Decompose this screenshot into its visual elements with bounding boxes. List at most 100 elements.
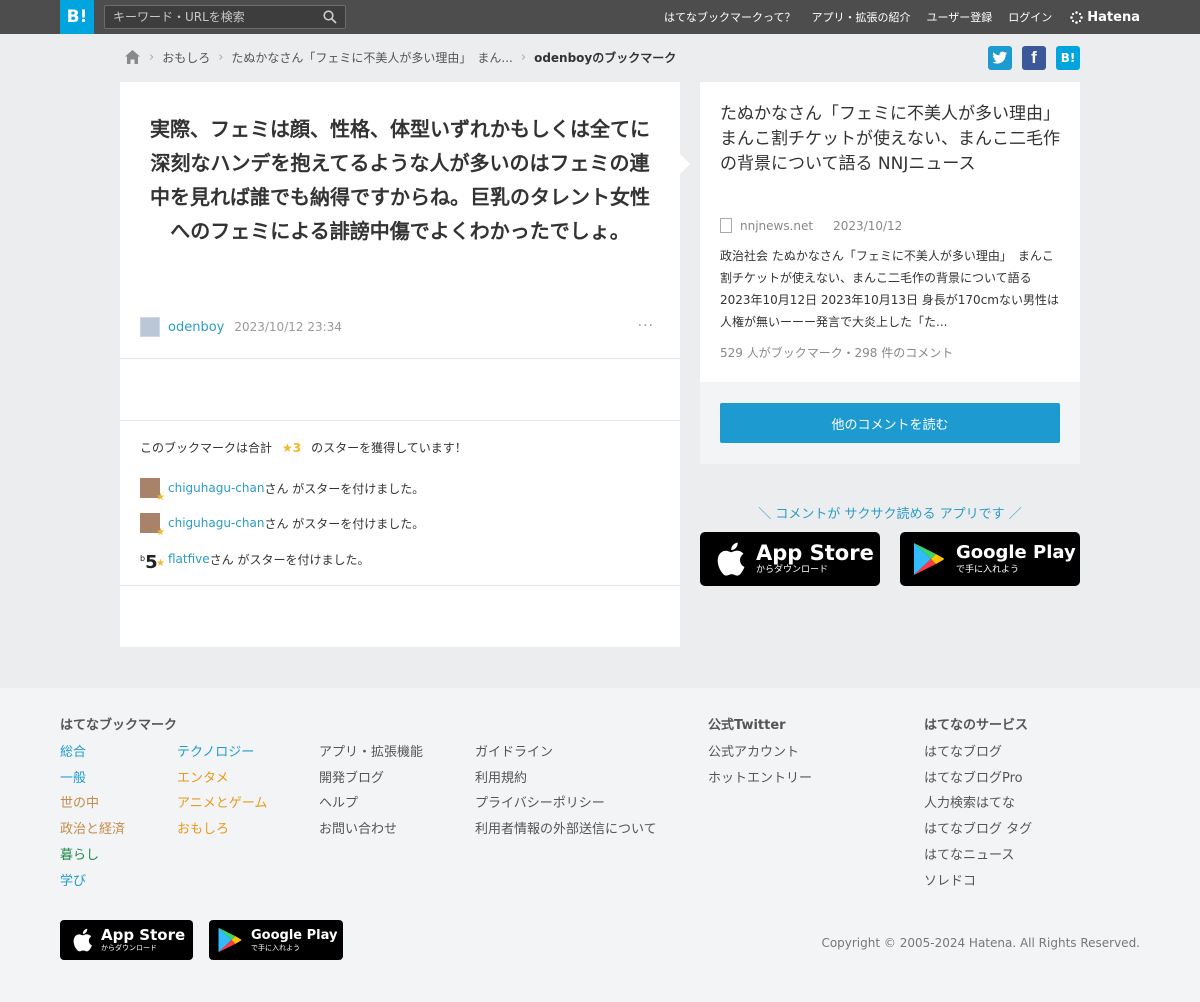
footer-link[interactable]: おもしろ <box>177 817 267 843</box>
footer-link[interactable]: 利用規約 <box>475 766 657 792</box>
app-store-sublabel: からダウンロード <box>756 565 829 575</box>
footer-google-play-badge[interactable]: Google Play で手に入れよう <box>209 920 343 960</box>
footer-category-list: 総合 一般 世の中 政治と経済 暮らし 学び <box>60 740 125 894</box>
footer-services-list: はてなブログ はてなブログPro 人力検索はてな はてなブログ タグ はてなニュース ソレ… <box>924 740 1032 894</box>
footer-link[interactable]: はてなブログ <box>924 740 1032 766</box>
footer-link[interactable]: はてなブログ タグ <box>924 817 1032 843</box>
footer-bookmark-heading: はてなブックマーク <box>60 718 178 733</box>
footer-link[interactable]: テクノロジー <box>177 740 267 766</box>
document-icon <box>720 218 732 233</box>
star-summary: このブックマークは合計 ★3 のスターを獲得しています！ <box>140 439 467 456</box>
entry-domain[interactable]: nnjnews.net <box>740 219 813 233</box>
footer-twitter-list: 公式アカウント ホットエントリー <box>708 740 812 791</box>
apple-icon <box>717 542 745 576</box>
divider <box>120 358 680 359</box>
footer-google-play-label: Google Play <box>251 927 338 943</box>
star-icon: ★ <box>156 527 165 538</box>
breadcrumb-entry[interactable]: たぬかなさん「フェミに不美人が多い理由」 まん... <box>231 49 512 66</box>
footer-link[interactable]: 学び <box>60 869 125 895</box>
footer-link[interactable]: 公式アカウント <box>708 740 812 766</box>
bookmark-card: 実際、フェミは顔、性格、体型いずれかもしくは全てに深刻なハンデを抱えてるような人… <box>120 82 690 647</box>
footer-link[interactable]: 暮らし <box>60 843 125 869</box>
entry-panel: たぬかなさん「フェミに不美人が多い理由」 まんこ割チケットが使えない、まんこ二毛… <box>700 82 1080 382</box>
entry-title[interactable]: たぬかなさん「フェミに不美人が多い理由」 まんこ割チケットが使えない、まんこ二毛… <box>720 102 1069 177</box>
home-icon[interactable] <box>124 49 141 65</box>
site-footer: はてなブックマーク 総合 一般 世の中 政治と経済 暮らし 学び テクノロジー エンタメ アニ… <box>0 688 1200 1002</box>
entry-bookmark-count[interactable]: 529 人がブックマーク・298 件のコメント <box>720 344 953 361</box>
footer-link[interactable]: エンタメ <box>177 766 267 792</box>
hatena-bookmark-logo[interactable]: B! <box>60 0 94 34</box>
star-user-link[interactable]: flatfive <box>168 552 210 566</box>
footer-link[interactable]: 世の中 <box>60 791 125 817</box>
search-icon[interactable] <box>323 10 337 24</box>
user-avatar[interactable] <box>140 317 160 337</box>
bookmark-comment: 実際、フェミは顔、性格、体型いずれかもしくは全てに深刻なハンデを抱えてるような人… <box>150 117 650 243</box>
star-user-link[interactable]: chiguhagu-chan <box>168 481 264 495</box>
footer-app-store-badge[interactable]: App Store からダウンロード <box>60 920 193 960</box>
hatena-dots-icon <box>1070 10 1084 24</box>
footer-link[interactable]: アプリ・拡張機能 <box>319 740 423 766</box>
global-header: B! はてなブックマークって？ アプリ・拡張の紹介 ユーザー登録 ログイン Ha… <box>0 0 1200 34</box>
footer-links-policy: ガイドライン 利用規約 プライバシーポリシー 利用者情報の外部送信について <box>475 740 657 843</box>
footer-link[interactable]: 一般 <box>60 766 125 792</box>
star-user-avatar[interactable]: ★ <box>140 513 165 538</box>
star-icon: ★ <box>156 558 165 569</box>
facebook-icon: f <box>1031 48 1037 67</box>
footer-link[interactable]: プライバシーポリシー <box>475 791 657 817</box>
more-options-icon[interactable]: ··· <box>638 318 654 334</box>
footer-link[interactable]: はてなブログPro <box>924 766 1032 792</box>
divider <box>120 585 680 586</box>
header-nav: はてなブックマークって？ アプリ・拡張の紹介 ユーザー登録 ログイン Haten… <box>664 0 1140 34</box>
copyright: Copyright © 2005-2024 Hatena. All Rights… <box>821 936 1140 950</box>
footer-link[interactable]: 利用者情報の外部送信について <box>475 817 657 843</box>
hatena-share-button[interactable]: B! <box>1056 46 1080 70</box>
nav-login[interactable]: ログイン <box>1008 9 1052 25</box>
star-user-avatar[interactable]: ★ <box>140 478 165 503</box>
google-play-label: Google Play <box>956 542 1076 563</box>
footer-link[interactable]: 政治と経済 <box>60 817 125 843</box>
twitter-share-button[interactable] <box>988 46 1012 70</box>
footer-link[interactable]: ソレドコ <box>924 869 1032 895</box>
star-item-text: さん がスターを付けました。 <box>209 552 370 567</box>
app-promo-text: ＼ コメントが サクサク読める アプリです ／ <box>758 507 1022 522</box>
user-name-link[interactable]: odenboy <box>168 320 224 335</box>
star-count[interactable]: ★3 <box>282 441 301 455</box>
nav-about[interactable]: はてなブックマークって？ <box>664 9 795 25</box>
google-play-icon <box>914 543 944 575</box>
footer-app-store-label: App Store <box>101 926 186 944</box>
footer-link[interactable]: ガイドライン <box>475 740 657 766</box>
app-store-badge[interactable]: App Store からダウンロード <box>700 532 880 586</box>
hatena-brand-link[interactable]: Hatena <box>1070 10 1140 25</box>
hatena-bookmark-icon: B! <box>1060 51 1076 65</box>
facebook-share-button[interactable]: f <box>1022 46 1046 70</box>
footer-link[interactable]: お問い合わせ <box>319 817 423 843</box>
nav-register[interactable]: ユーザー登録 <box>927 9 993 25</box>
nav-apps[interactable]: アプリ・拡張の紹介 <box>812 9 911 25</box>
hatena-brand-label: Hatena <box>1087 9 1140 25</box>
apple-icon <box>73 928 92 952</box>
breadcrumb-separator: › <box>218 49 224 65</box>
search-input[interactable] <box>105 6 315 28</box>
read-other-comments-button[interactable]: 他のコメントを読む <box>720 403 1060 443</box>
star-user-avatar[interactable]: b5 ★ <box>140 549 165 573</box>
google-play-badge[interactable]: Google Play で手に入れよう <box>900 532 1080 586</box>
footer-twitter-heading: 公式Twitter <box>708 718 786 733</box>
footer-category-list-2: テクノロジー エンタメ アニメとゲーム おもしろ <box>177 740 267 843</box>
bookmark-timestamp[interactable]: 2023/10/12 23:34 <box>234 320 342 334</box>
footer-links-apps: アプリ・拡張機能 開発ブログ ヘルプ お問い合わせ <box>319 740 423 843</box>
footer-link[interactable]: ホットエントリー <box>708 766 812 792</box>
footer-app-store-sublabel: からダウンロード <box>101 944 157 952</box>
footer-link[interactable]: 開発ブログ <box>319 766 423 792</box>
breadcrumb-category[interactable]: おもしろ <box>162 49 210 66</box>
footer-link[interactable]: アニメとゲーム <box>177 791 267 817</box>
app-store-label: App Store <box>756 541 874 565</box>
footer-link[interactable]: 人力検索はてな <box>924 791 1032 817</box>
star-user-link[interactable]: chiguhagu-chan <box>168 516 264 530</box>
footer-link[interactable]: はてなニュース <box>924 843 1032 869</box>
footer-link[interactable]: 総合 <box>60 740 125 766</box>
bookmark-meta: odenboy 2023/10/12 23:34 <box>140 317 342 337</box>
footer-link[interactable]: ヘルプ <box>319 791 423 817</box>
star-summary-suffix: のスターを獲得しています！ <box>311 441 467 455</box>
google-play-icon <box>218 927 242 953</box>
search-box <box>104 5 346 29</box>
